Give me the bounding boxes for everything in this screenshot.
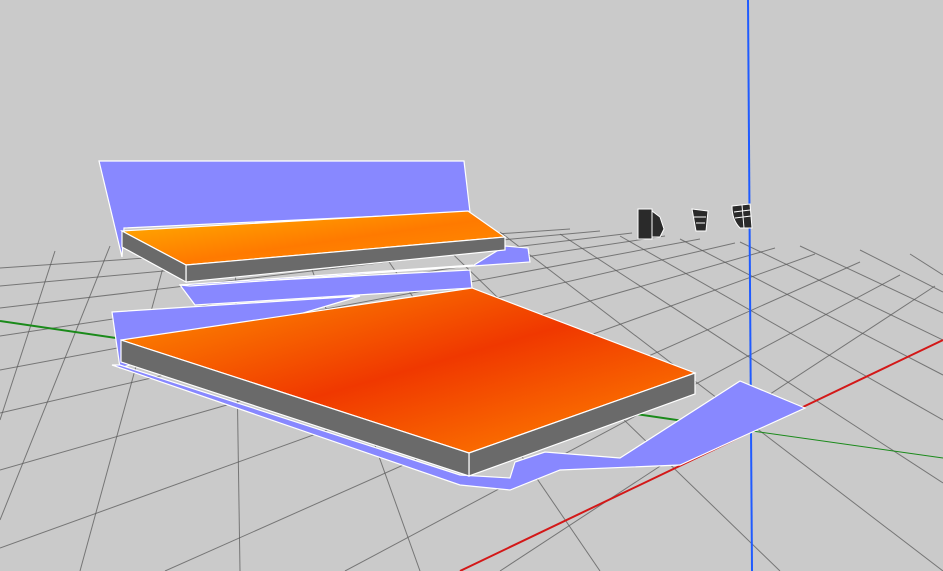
y-axis-right <box>751 430 943 459</box>
3d-viewport[interactable] <box>0 0 943 571</box>
view-rotate-icon[interactable] <box>731 203 753 229</box>
view-bottom-icon[interactable] <box>691 208 709 232</box>
view-toolbar <box>637 203 753 240</box>
z-axis <box>747 0 753 571</box>
view-front-icon[interactable] <box>637 208 665 240</box>
scene-canvas[interactable] <box>0 0 943 571</box>
